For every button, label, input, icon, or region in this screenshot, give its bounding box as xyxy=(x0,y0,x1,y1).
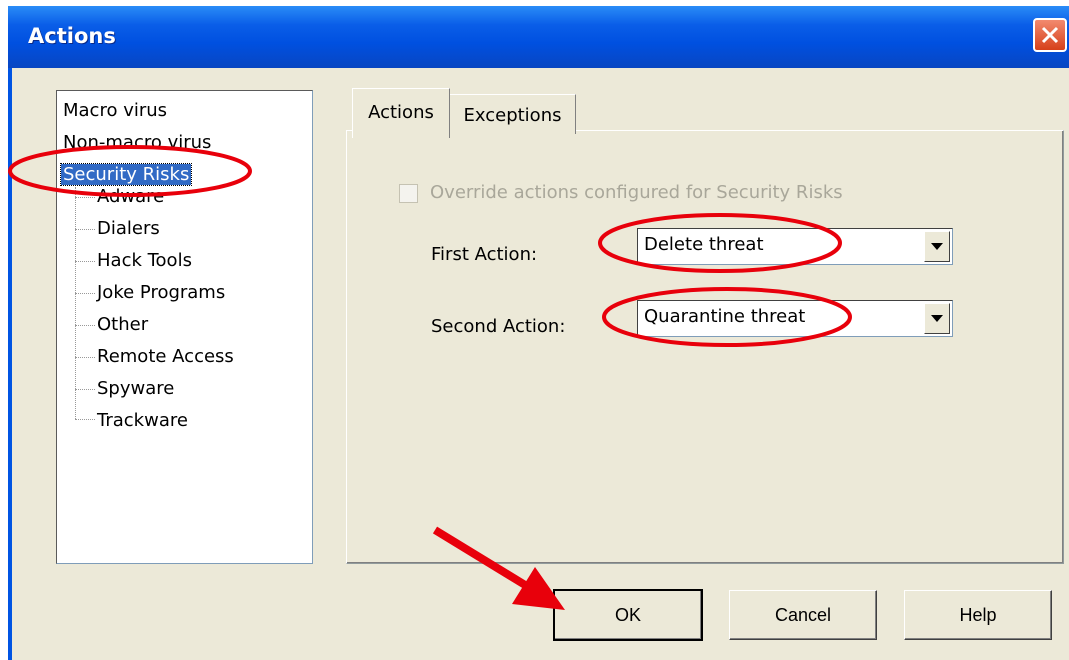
tree-item-joke-programs[interactable]: Joke Programs xyxy=(97,281,225,305)
tree-item-remote-access[interactable]: Remote Access xyxy=(97,345,234,369)
tree-item-security-risks[interactable]: Security Risks xyxy=(59,163,193,187)
tree-connector xyxy=(75,187,76,419)
help-button[interactable]: Help xyxy=(904,590,1052,640)
first-action-label: First Action: xyxy=(431,244,538,265)
chevron-down-icon xyxy=(931,243,943,250)
tree-connector xyxy=(75,197,95,198)
override-checkbox[interactable] xyxy=(399,184,418,203)
tree-connector xyxy=(75,389,95,390)
tree-item-label: Hack Tools xyxy=(97,250,192,271)
tree-connector xyxy=(75,325,95,326)
tree-item-label: Remote Access xyxy=(97,346,234,367)
first-action-dropdown-button[interactable] xyxy=(924,231,950,262)
actions-dialog: Actions Macro virus Non-macro virus Secu… xyxy=(8,6,1069,660)
first-action-value: Delete threat xyxy=(644,234,764,255)
tree-item-label: Non-macro virus xyxy=(63,132,212,153)
tree-item-hack-tools[interactable]: Hack Tools xyxy=(97,249,192,273)
tree-item-label: Other xyxy=(97,314,149,335)
dialog-body: Macro virus Non-macro virus Security Ris… xyxy=(12,68,1069,660)
tree-connector xyxy=(75,229,95,230)
dialog-title: Actions xyxy=(28,24,116,48)
tree-item-dialers[interactable]: Dialers xyxy=(97,217,160,241)
tree-item-label: Trackware xyxy=(97,410,188,431)
tree-item-non-macro-virus[interactable]: Non-macro virus xyxy=(63,131,211,155)
close-icon xyxy=(1041,26,1059,44)
second-action-value: Quarantine threat xyxy=(644,306,806,327)
second-action-select[interactable]: Quarantine threat xyxy=(637,300,953,337)
first-action-select[interactable]: Delete threat xyxy=(637,228,953,265)
tree-item-label: Spyware xyxy=(97,378,175,399)
tree-connector xyxy=(75,419,95,420)
tree-item-label: Dialers xyxy=(97,218,160,239)
tree-item-label: Security Risks xyxy=(59,163,193,186)
tree-item-trackware[interactable]: Trackware xyxy=(97,409,188,433)
tree-item-label: Joke Programs xyxy=(97,282,226,303)
override-label: Override actions configured for Security… xyxy=(430,182,843,203)
chevron-down-icon xyxy=(931,315,943,322)
tree-item-spyware[interactable]: Spyware xyxy=(97,377,174,401)
tree-connector xyxy=(75,357,95,358)
close-button[interactable] xyxy=(1033,18,1067,52)
ok-button[interactable]: OK xyxy=(553,589,703,641)
tree-connector xyxy=(75,293,95,294)
tab-exceptions[interactable]: Exceptions xyxy=(450,94,576,134)
tab-actions[interactable]: Actions xyxy=(352,88,450,138)
tree-connector xyxy=(75,261,95,262)
tree-item-macro-virus[interactable]: Macro virus xyxy=(63,99,167,123)
tree-item-adware[interactable]: Adware xyxy=(97,185,164,209)
tree-item-label: Macro virus xyxy=(63,100,168,121)
second-action-dropdown-button[interactable] xyxy=(924,303,950,334)
second-action-label: Second Action: xyxy=(431,316,566,337)
threat-category-tree[interactable]: Macro virus Non-macro virus Security Ris… xyxy=(56,90,313,564)
cancel-button[interactable]: Cancel xyxy=(729,590,877,640)
title-bar[interactable]: Actions xyxy=(8,6,1069,68)
tree-item-label: Adware xyxy=(97,186,165,207)
tree-item-other[interactable]: Other xyxy=(97,313,148,337)
